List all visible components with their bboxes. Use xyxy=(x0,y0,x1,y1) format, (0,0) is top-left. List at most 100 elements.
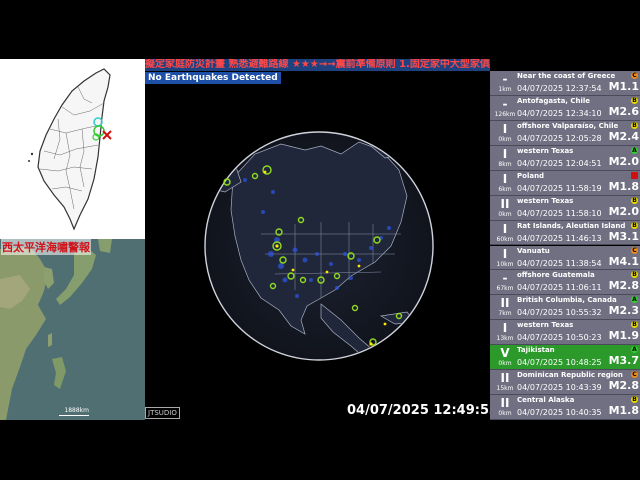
depth-label: 7km xyxy=(498,310,512,318)
depth-label: 10km xyxy=(496,260,514,268)
time-label: 04/07/2025 12:05:28 xyxy=(517,133,602,143)
intensity-level: V xyxy=(500,346,510,361)
time-label: 04/07/2025 11:46:13 xyxy=(517,233,602,243)
alert-badge: A xyxy=(631,296,638,304)
pacific-title: 西太平洋海嘯警報 xyxy=(1,239,91,255)
map-scale-bar xyxy=(59,415,89,416)
depth-label: 13km xyxy=(496,335,514,343)
earthquake-row[interactable]: I 8km western Texas 04/07/2025 12:04:51 M2.0… xyxy=(490,145,640,171)
intensity-level: I xyxy=(502,171,508,186)
detection-status: No Earthquakes Detected xyxy=(145,72,281,84)
earthquake-row[interactable]: I 13km western Texas 04/07/2025 10:50:23 M1.… xyxy=(490,320,640,346)
depth-label: 8km xyxy=(498,160,512,168)
time-label: 04/07/2025 11:06:11 xyxy=(517,283,602,293)
alert-badge: B xyxy=(631,321,638,329)
depth-label: 0km xyxy=(498,410,512,418)
intensity-level: II xyxy=(500,196,510,211)
pacific-map-svg xyxy=(0,239,145,420)
alert-badge: C xyxy=(631,371,638,379)
alert-badge: C xyxy=(631,72,638,79)
magnitude-label: M2.0 xyxy=(608,154,639,168)
magnitude-label: M2.8 xyxy=(608,279,639,293)
earthquake-row[interactable]: I 10km Vanuatu 04/07/2025 11:38:54 M4.1 C xyxy=(490,245,640,271)
depth-label: 60km xyxy=(496,235,514,243)
earthquake-row[interactable]: II 15km Dominican Republic region 04/07/202… xyxy=(490,370,640,396)
earthquake-row[interactable]: I60kmRat Islands, Aleutian Islands, Alas… xyxy=(490,220,640,246)
magnitude-label: M2.4 xyxy=(608,129,639,143)
magnitude-label: M1.8 xyxy=(608,179,639,193)
intensity-level: - xyxy=(502,271,508,286)
row-divider xyxy=(490,418,640,420)
depth-label: 126km xyxy=(494,110,516,118)
alert-badge: B xyxy=(631,121,638,129)
time-label: 04/07/2025 12:34:10 xyxy=(517,108,602,118)
brand-logo: JTSUDIO xyxy=(145,407,180,419)
intensity-level: I xyxy=(502,221,508,236)
magnitude-label: M2.6 xyxy=(608,104,639,118)
time-label: 04/07/2025 11:38:54 xyxy=(517,258,602,268)
earthquake-row[interactable]: II 0km western Texas 04/07/2025 11:58:10 M2.… xyxy=(490,195,640,221)
earthquake-row[interactable]: -1km Near the coast of Greece 04/07/2025 1… xyxy=(490,71,640,96)
intensity-level: II xyxy=(500,396,510,411)
time-label: 04/07/2025 12:04:51 xyxy=(517,158,602,168)
magnitude-label: M2.8 xyxy=(608,379,639,393)
depth-label: 0km xyxy=(498,135,512,143)
taiwan-intensity-map xyxy=(0,59,145,239)
magnitude-label: M2.0 xyxy=(608,204,639,218)
intensity-level: - xyxy=(502,72,508,86)
alert-badge xyxy=(631,171,638,179)
intensity-level: I xyxy=(502,121,508,136)
intensity-level: II xyxy=(500,371,510,386)
depth-label: 67km xyxy=(496,285,514,293)
intensity-level: II xyxy=(500,296,510,311)
epicenter-cross-icon xyxy=(102,130,112,140)
preparedness-ticker: 擬定家庭防災計畫 熟悉避難路線 ★★★→→震前準備原則 1.固定家中大型家俱 2… xyxy=(145,59,490,71)
depth-label: 6km xyxy=(498,185,512,193)
magnitude-label: M3.1 xyxy=(608,229,639,243)
earthquake-row[interactable]: -67km offshore Guatemala 04/07/2025 11:06:… xyxy=(490,270,640,296)
depth-label: 0km xyxy=(498,360,512,368)
earthquake-row[interactable]: II 0km Central Alaska 04/07/2025 10:40:35 M1… xyxy=(490,395,640,420)
map-scale-label: 1888km xyxy=(64,407,89,414)
alert-badge: B xyxy=(631,396,638,404)
alert-badge: B xyxy=(631,96,638,104)
west-pacific-tsunami-map: 西太平洋海嘯警報 1888km xyxy=(0,239,145,420)
alert-badge: A xyxy=(631,346,638,354)
intensity-level: I xyxy=(502,146,508,161)
globe-svg xyxy=(204,131,434,361)
magnitude-label: M1.1 xyxy=(608,80,639,93)
taiwan-map-svg xyxy=(28,68,112,231)
alert-badge: B xyxy=(631,271,638,279)
time-label: 04/07/2025 11:58:10 xyxy=(517,208,602,218)
alert-badge: B xyxy=(631,196,638,204)
earthquake-row[interactable]: II 7km British Columbia, Canada 04/07/2025 … xyxy=(490,295,640,321)
earthquake-list: -1km Near the coast of Greece 04/07/2025 1… xyxy=(490,71,640,420)
alert-badge: C xyxy=(631,246,638,254)
globe-view xyxy=(145,84,490,420)
earthquake-row[interactable]: I 0km offshore Valparaíso, Chile 04/07/2025… xyxy=(490,120,640,146)
current-time: 04/07/2025 12:49:53 xyxy=(347,403,499,418)
earthquake-row[interactable]: -126km Antofagasta, Chile 04/07/2025 12:34… xyxy=(490,95,640,121)
taiwan xyxy=(48,333,52,347)
alert-badge: B xyxy=(631,221,638,229)
time-label: 04/07/2025 10:48:25 xyxy=(517,358,602,368)
magnitude-label: M1.8 xyxy=(608,404,639,418)
depth-label: 15km xyxy=(496,385,514,393)
ticker-text: 擬定家庭防災計畫 熟悉避難路線 ★★★→→震前準備原則 1.固定家中大型家俱 2… xyxy=(145,59,490,70)
intensity-level: - xyxy=(502,96,508,111)
magnitude-label: M2.3 xyxy=(608,304,639,318)
magnitude-label: M4.1 xyxy=(608,254,639,268)
earthquake-row[interactable]: V 0km Tajikistan 04/07/2025 10:48:25 M3.7 A xyxy=(490,345,640,371)
time-label: 04/07/2025 10:55:32 xyxy=(517,308,602,318)
time-label: 04/07/2025 11:58:19 xyxy=(517,183,602,193)
time-label: 04/07/2025 10:43:39 xyxy=(517,383,602,393)
earthquake-row[interactable]: I 6km Poland 04/07/2025 11:58:19 M1.8 xyxy=(490,170,640,196)
magnitude-label: M3.7 xyxy=(608,354,639,368)
time-label: 04/07/2025 10:40:35 xyxy=(517,408,602,418)
intensity-level: I xyxy=(502,321,508,336)
depth-label: 1km xyxy=(498,86,512,93)
depth-label: 0km xyxy=(498,210,512,218)
intensity-level: I xyxy=(502,246,508,261)
alert-badge: A xyxy=(631,146,638,154)
time-label: 04/07/2025 10:50:23 xyxy=(517,333,602,343)
